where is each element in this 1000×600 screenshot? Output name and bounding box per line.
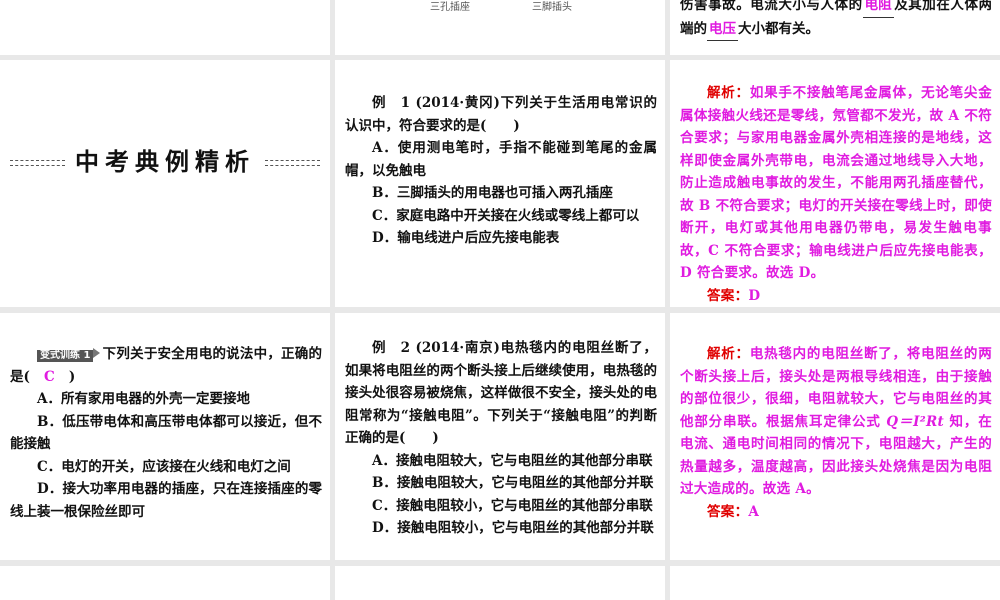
dashed-line	[10, 160, 65, 166]
exercise-1-question: 变式训练 1 下列关于安全用电的说法中，正确的是( C ) A．所有家用电器的外壳…	[10, 343, 322, 523]
slide-exercise-1: 变式训练 1 下列关于安全用电的说法中，正确的是( C ) A．所有家用电器的外壳…	[0, 313, 330, 560]
slide-analysis-2: 解析：电热毯内的电阻丝断了，将电阻丝的两个断头接上后，接头处是两根导线相连，由于…	[670, 313, 1000, 560]
option: A．所有家用电器的外壳一定要接地	[37, 391, 250, 407]
example-2-question: 例 2 (2014·南京)电热毯内的电阻丝断了，如果将电阻丝的两个断头接上后继续…	[345, 337, 657, 540]
analysis-label: 解析：	[707, 85, 750, 101]
slide-bottom-right	[670, 566, 1000, 600]
slide-analysis-1: 解析：如果手不接触笔尾金属体，无论笔尖金属体接触火线还是零线，氖管都不发光，故 …	[670, 60, 1000, 307]
analysis-2: 解析：电热毯内的电阻丝断了，将电阻丝的两个断头接上后，接头处是两根导线相连，由于…	[680, 343, 992, 523]
option: D．接触电阻较小，它与电阻丝的其他部分并联	[372, 520, 654, 536]
slide-bottom-middle	[335, 566, 665, 600]
slide-example-2: 例 2 (2014·南京)电热毯内的电阻丝断了，如果将电阻丝的两个断头接上后继续…	[335, 313, 665, 560]
example-label: 例 2	[372, 340, 410, 356]
slide-example-1: 例 1 (2014·黄冈)下列关于生活用电常识的认识中，符合要求的是( ) A．…	[335, 60, 665, 307]
example-source: (2014·黄冈)	[415, 95, 500, 111]
answer-value: A	[748, 503, 760, 520]
option: C．电灯的开关，应该接在火线和电灯之间	[37, 458, 291, 475]
answer-value: D	[748, 287, 761, 304]
option: D．接大功率用电器的插座，只在连接插座的零线上装一根保险丝即可	[10, 481, 322, 520]
slide-bottom-left	[0, 566, 330, 600]
section-title: 中考典例精析	[0, 142, 330, 177]
text: 大小都有关。	[738, 20, 819, 37]
analysis-1: 解析：如果手不接触笔尾金属体，无论笔尖金属体接触火线还是零线，氖管都不发光，故 …	[680, 82, 992, 307]
slide-section-title: 中考典例精析	[0, 60, 330, 307]
example-source: (2014·南京)	[415, 340, 500, 356]
example-1-question: 例 1 (2014·黄冈)下列关于生活用电常识的认识中，符合要求的是( ) A．…	[345, 92, 657, 250]
option: B．低压带电体和高压带电体都可以接近，但不能接触	[10, 413, 322, 453]
example-label: 例 1	[372, 95, 410, 111]
plug-caption: 三脚插头	[532, 2, 572, 13]
analysis-text: 如果手不接触笔尾金属体，无论笔尖金属体接触火线还是零线，氖管都不发光，故 A 不…	[680, 85, 992, 281]
dashed-line	[265, 160, 320, 166]
slide-top-right: 伤害事故。电流大小与人体的 电阻 及其加在人体两端的 电压 大小都有关。	[670, 0, 1000, 55]
arrow-icon	[93, 348, 101, 358]
section-title-text: 中考典例精析	[75, 148, 255, 176]
blank-answer-1: 电阻	[862, 0, 894, 18]
text: )	[68, 368, 76, 385]
option: B．接触电阻较大，它与电阻丝的其他部分并联	[372, 475, 654, 491]
option: D．输电线进户后应先接电能表	[372, 230, 560, 246]
slide-top-middle: 三孔插座 三脚插头	[335, 0, 665, 55]
option: C．接触电阻较小，它与电阻丝的其他部分串联	[372, 497, 653, 514]
exercise-answer: C	[44, 368, 55, 385]
formula: Q＝I²Rt	[886, 413, 944, 430]
option: B．三脚插头的用电器也可插入两孔插座	[372, 185, 613, 201]
option: A．接触电阻较大，它与电阻丝的其他部分串联	[372, 452, 653, 469]
exercise-badge: 变式训练 1	[37, 350, 94, 362]
analysis-label: 解析：	[707, 346, 750, 362]
slide-top-left	[0, 0, 330, 55]
answer-label: 答案：	[707, 503, 749, 520]
socket-caption: 三孔插座	[430, 2, 470, 13]
blank-answer-2: 电压	[707, 18, 738, 41]
option: A．使用测电笔时，手指不能碰到笔尾的金属帽，以免触电	[345, 140, 657, 179]
top-text: 伤害事故。电流大小与人体的 电阻 及其加在人体两端的 电压 大小都有关。	[680, 0, 992, 41]
option: C．家庭电路中开关接在火线或零线上都可以	[372, 207, 640, 224]
answer-label: 答案：	[707, 287, 749, 304]
text: 伤害事故。电流大小与人体的	[680, 0, 863, 13]
